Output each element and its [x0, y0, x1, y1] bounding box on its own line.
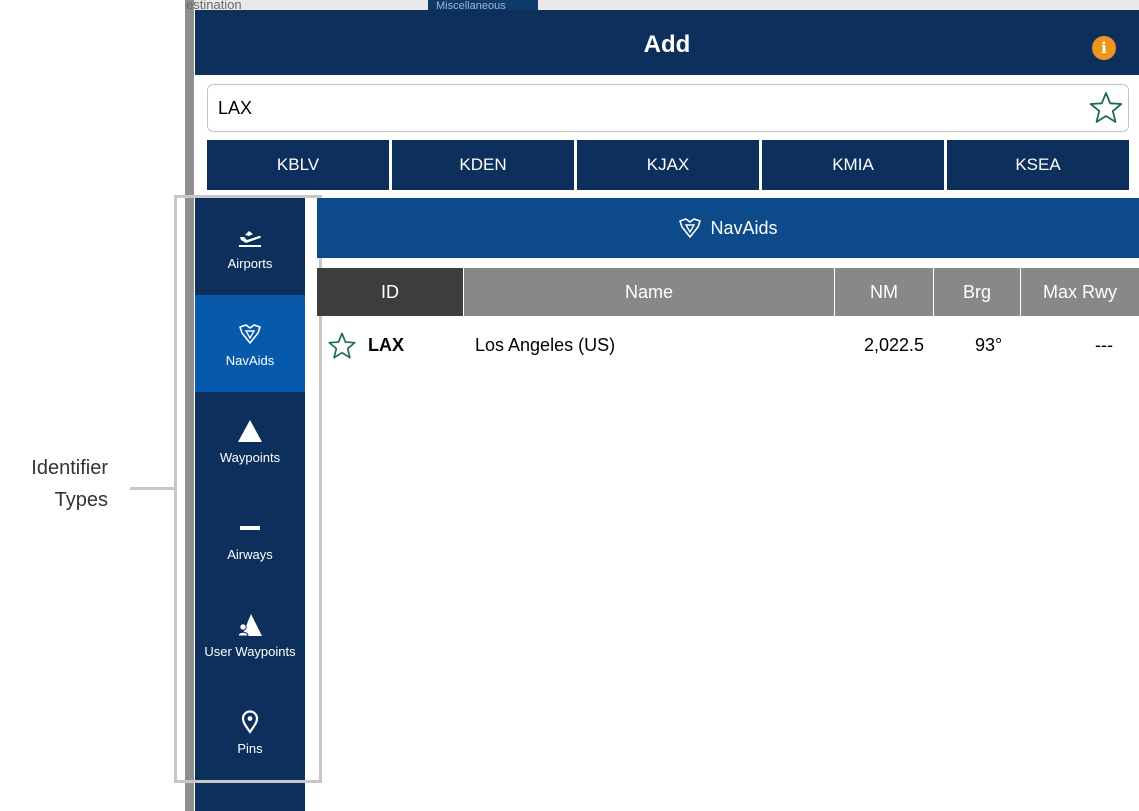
info-icon[interactable]: i: [1092, 36, 1116, 60]
recent-button-kden[interactable]: KDEN: [392, 140, 574, 190]
section-title: NavAids: [710, 217, 778, 238]
annotation-line-1: Identifier: [31, 457, 108, 479]
background-destination-text: estination: [186, 0, 242, 10]
annotation-line-2: Types: [54, 489, 108, 511]
row-id: LAX: [368, 335, 404, 355]
column-header-brg[interactable]: Brg: [934, 268, 1020, 316]
annotation-box: [174, 195, 322, 783]
modal-header: Add i: [195, 10, 1139, 75]
annotation-connector: [130, 487, 174, 490]
column-header-name[interactable]: Name: [464, 268, 834, 316]
recent-button-kmia[interactable]: KMIA: [762, 140, 944, 190]
search-input[interactable]: [218, 85, 1078, 131]
favorite-star-icon[interactable]: [1088, 90, 1124, 126]
column-header-nm[interactable]: NM: [835, 268, 933, 316]
recent-button-ksea[interactable]: KSEA: [947, 140, 1129, 190]
modal-title: Add: [643, 31, 691, 58]
row-name: Los Angeles (US): [475, 335, 616, 355]
row-max-rwy: ---: [1095, 335, 1113, 355]
vortac-icon: [678, 217, 702, 239]
column-header-max-rwy[interactable]: Max Rwy: [1021, 268, 1139, 316]
recent-button-kblv[interactable]: KBLV: [207, 140, 389, 190]
recent-button-kjax[interactable]: KJAX: [577, 140, 759, 190]
section-header: NavAids: [317, 198, 1139, 258]
background-strip: [185, 0, 1139, 10]
annotation-label: Identifier Types: [0, 452, 108, 516]
recent-identifiers: KBLV KDEN KJAX KMIA KSEA: [207, 140, 1129, 190]
search-field[interactable]: [207, 84, 1129, 132]
table-header: ID Name NM Brg Max Rwy: [317, 268, 1139, 316]
favorite-star-icon[interactable]: [327, 331, 357, 361]
row-nm: 2,022.5: [863, 335, 924, 355]
column-header-id[interactable]: ID: [317, 268, 463, 316]
